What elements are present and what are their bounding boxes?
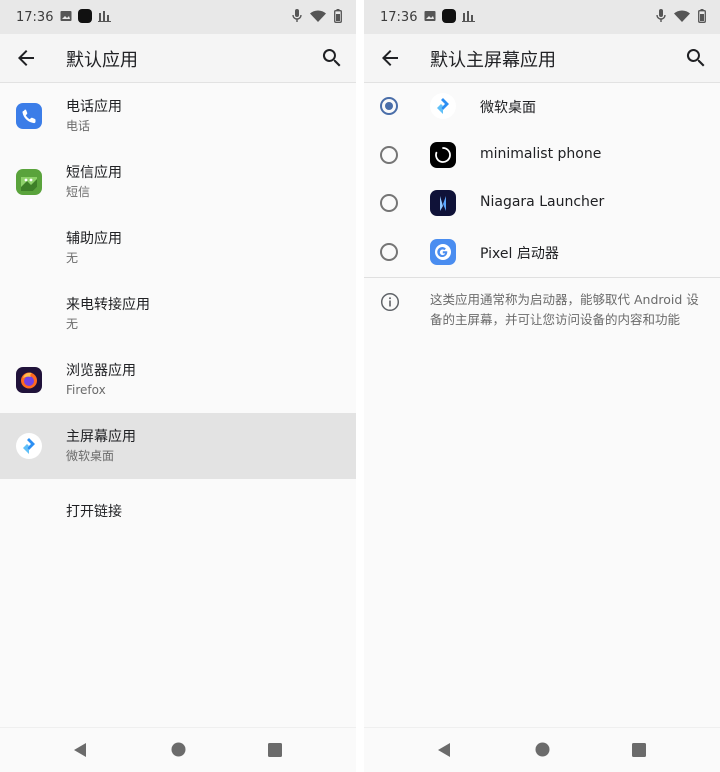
option-label: Niagara Launcher [480,194,605,210]
radio-button[interactable] [380,242,398,261]
microphone-icon [656,9,666,22]
microphone-icon [292,9,302,22]
radio-button[interactable] [380,145,398,164]
default-apps-list: 电话应用 电话 短信应用 短信 辅助应用 无 来电转接应用 无 浏览器应用 Fi… [0,83,356,545]
pixel-launcher-icon [430,238,456,265]
radio-button[interactable] [380,194,398,212]
wifi-icon [310,9,326,22]
item-title: 短信应用 [66,165,122,181]
option-label: minimalist phone [480,145,602,162]
divider [364,277,720,278]
item-subtitle: 无 [66,251,79,265]
nav-recents-icon[interactable] [268,743,282,757]
item-title: 主屏幕应用 [66,429,136,445]
list-item-browser-app[interactable]: 浏览器应用 Firefox [0,347,356,413]
option-label: Pixel 启动器 [480,245,559,262]
image-notification-icon [60,11,72,21]
item-title: 来电转接应用 [66,297,150,313]
list-item-open-links[interactable]: 打开链接 [0,479,356,545]
info-icon [380,292,400,312]
home-app-options: 微软桌面 minimalist phone Niagara Launcher P… [364,83,720,277]
microsoft-launcher-icon [430,93,456,119]
item-title: 打开链接 [66,504,122,520]
navigation-bar [364,727,720,772]
chart-notification-icon [462,11,475,22]
item-subtitle: Firefox [66,383,106,397]
messages-app-icon [16,169,42,195]
option-label: 微软桌面 [480,100,536,116]
list-item-call-redirect-app[interactable]: 来电转接应用 无 [0,281,356,347]
minimalist-phone-icon [430,141,456,168]
app-bar: 默认应用 [0,34,356,83]
microsoft-launcher-icon [16,433,42,459]
chart-notification-icon [98,11,111,22]
page-title: 默认主屏幕应用 [430,50,556,71]
app-notification-icon [442,9,456,23]
default-home-app-screen: 17:36 默认主屏幕应用 微软桌面 minimalist phone Niag… [364,0,720,772]
option-niagara-launcher[interactable]: Niagara Launcher [364,180,720,229]
option-minimalist-phone[interactable]: minimalist phone [364,132,720,181]
item-subtitle: 短信 [66,185,91,199]
item-title: 浏览器应用 [66,363,136,379]
option-pixel-launcher[interactable]: Pixel 启动器 [364,229,720,278]
default-apps-screen: 17:36 默认应用 电话应用 电话 短信应用 短信 辅助应用 无 来电转接应用… [0,0,356,772]
app-notification-icon [78,9,92,23]
item-title: 电话应用 [66,99,122,115]
radio-button[interactable] [380,97,398,115]
app-bar: 默认主屏幕应用 [364,34,720,83]
nav-recents-icon[interactable] [632,743,646,757]
phone-app-icon [16,103,42,129]
nav-home-icon[interactable] [171,742,186,757]
firefox-icon [16,367,42,393]
back-arrow-icon[interactable] [378,46,402,70]
item-subtitle: 电话 [66,119,91,133]
battery-icon [698,9,706,23]
page-title: 默认应用 [66,50,138,71]
list-item-home-app[interactable]: 主屏幕应用 微软桌面 [0,413,356,479]
search-icon[interactable] [320,46,344,70]
status-time: 17:36 [16,10,54,25]
wifi-icon [674,9,690,22]
option-microsoft-launcher[interactable]: 微软桌面 [364,83,720,132]
niagara-launcher-icon [430,190,456,216]
search-icon[interactable] [684,46,708,70]
nav-back-icon[interactable] [72,742,88,758]
image-notification-icon [424,11,436,21]
info-text: 这类应用通常称为启动器，能够取代 Android 设备的主屏幕，并可让您访问设备… [430,292,699,327]
status-bar: 17:36 [0,0,356,34]
nav-home-icon[interactable] [535,742,550,757]
status-bar: 17:36 [364,0,720,34]
item-subtitle: 微软桌面 [66,449,115,463]
status-time: 17:36 [380,10,418,25]
navigation-bar [0,727,356,772]
list-item-phone-app[interactable]: 电话应用 电话 [0,83,356,149]
nav-back-icon[interactable] [436,742,452,758]
item-subtitle: 无 [66,317,79,331]
battery-icon [334,9,342,23]
back-arrow-icon[interactable] [14,46,38,70]
list-item-sms-app[interactable]: 短信应用 短信 [0,149,356,215]
item-title: 辅助应用 [66,231,122,247]
list-item-assist-app[interactable]: 辅助应用 无 [0,215,356,281]
